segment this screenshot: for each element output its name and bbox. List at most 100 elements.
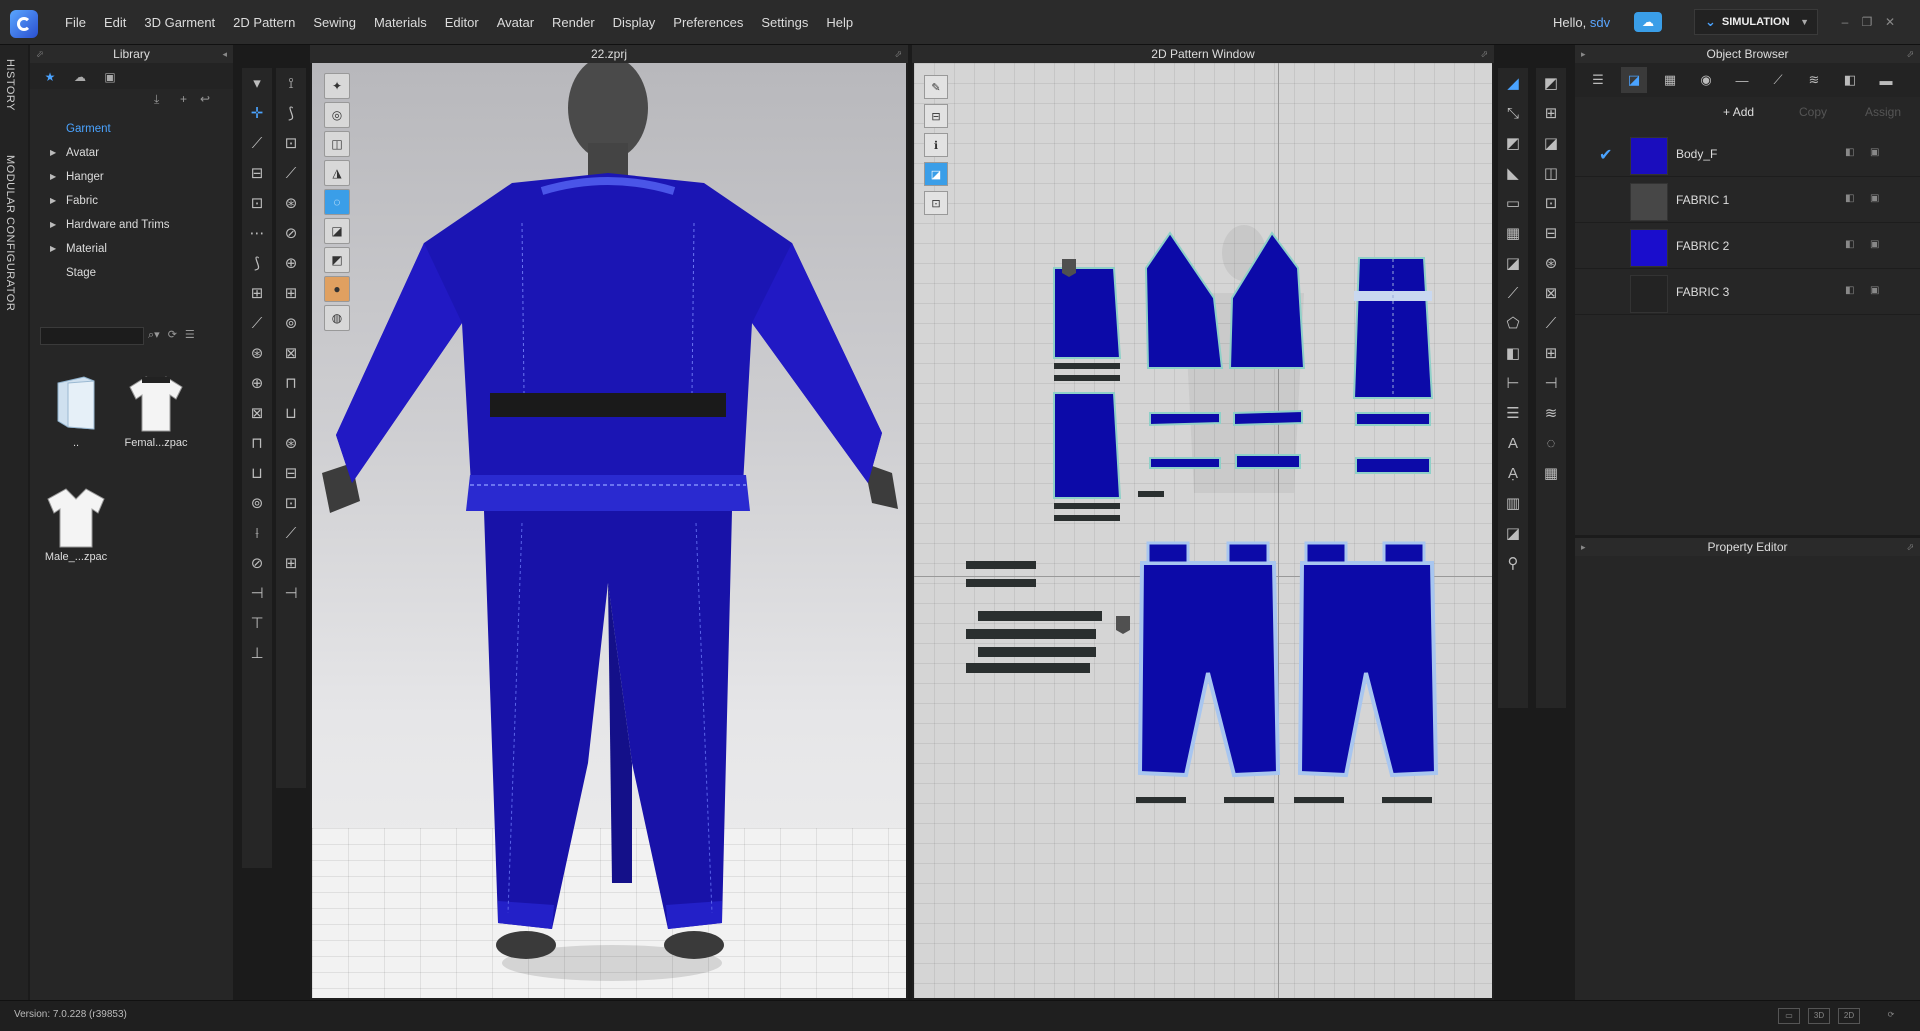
texture-view-icon[interactable]: ◮ (324, 160, 350, 186)
back-icon[interactable]: ↩ (200, 92, 210, 106)
steam-icon[interactable]: ⊤ (242, 608, 272, 638)
trim-icon[interactable]: ◧ (1837, 67, 1863, 93)
apply-fabric-icon[interactable]: ◧ (1845, 239, 1854, 250)
edit-pattern-icon[interactable]: ◢ (1498, 68, 1528, 98)
collapse-icon[interactable]: ▸ (1581, 45, 1586, 63)
collapse-icon[interactable]: ◂ (222, 45, 227, 63)
sewing-icon[interactable]: ⟆ (242, 248, 272, 278)
trim-icon[interactable]: ▦ (1536, 458, 1566, 488)
text-icon[interactable]: A (1498, 428, 1528, 458)
download-icon[interactable]: ⤓ (154, 92, 159, 107)
puckering-icon[interactable]: ≋ (1801, 67, 1827, 93)
favorites-star-icon[interactable]: ★ (38, 67, 62, 87)
bend-icon[interactable]: ⊔ (242, 458, 272, 488)
2d-view-icon[interactable]: 2D (1838, 1008, 1860, 1024)
arrange-point-icon[interactable]: ⊘ (276, 218, 306, 248)
button-icon[interactable]: ⊕ (242, 368, 272, 398)
library-item-parent[interactable]: .. (36, 373, 116, 449)
garment-view-icon[interactable]: ◫ (324, 131, 350, 157)
menu-sewing[interactable]: Sewing (304, 0, 365, 45)
topstitch-icon[interactable]: ⟋ (1765, 67, 1791, 93)
edit-pattern-icon[interactable]: ✎ (924, 75, 948, 99)
dart-icon[interactable]: ◪ (1498, 248, 1528, 278)
xray-icon[interactable]: ◌ (324, 189, 350, 215)
iron-icon[interactable]: ⊡ (276, 128, 306, 158)
delete-fabric-icon[interactable]: ▣ (1870, 147, 1879, 158)
refresh-icon[interactable]: ⟳ (1880, 1008, 1902, 1024)
cut-icon[interactable]: ◫ (1536, 158, 1566, 188)
button-icon[interactable]: ◉ (1693, 67, 1719, 93)
undock-icon[interactable]: ⬀ (1906, 538, 1914, 556)
puckering-icon[interactable]: ⊟ (276, 458, 306, 488)
library-item-female[interactable]: Femal...zpac (116, 373, 196, 449)
3d-view-icon[interactable]: 3D (1808, 1008, 1830, 1024)
elastic-icon[interactable]: ⊞ (276, 278, 306, 308)
refresh-icon[interactable]: ⟳ (168, 328, 177, 342)
annotation-icon[interactable]: Ạ (1498, 458, 1528, 488)
fabric-swatch[interactable] (1630, 183, 1668, 221)
list-icon[interactable]: ☰ (185, 328, 195, 342)
menu-render[interactable]: Render (543, 0, 604, 45)
apply-fabric-icon[interactable]: ◧ (1845, 193, 1854, 204)
show-hide-icon[interactable]: ⊟ (924, 104, 948, 128)
fabric-texture-icon[interactable]: ◪ (924, 162, 948, 186)
pin-icon[interactable]: ⊥ (242, 638, 272, 668)
fabric-row[interactable]: ✔ Body_F ◧ ▣ (1575, 131, 1920, 177)
select-mesh-icon[interactable]: ▾ (242, 68, 272, 98)
fabric-row[interactable]: FABRIC 1 ◧ ▣ (1575, 177, 1920, 223)
undock-icon[interactable]: ⬀ (1906, 45, 1914, 63)
offset-icon[interactable]: ⊟ (1536, 218, 1566, 248)
fold-icon[interactable]: ⊛ (276, 188, 306, 218)
arrange-icon[interactable]: ⊚ (242, 488, 272, 518)
tape-icon[interactable]: ☰ (1498, 398, 1528, 428)
copy-icon[interactable]: ⊡ (242, 188, 272, 218)
graphic-icon[interactable]: ⊞ (276, 548, 306, 578)
menu-2d-pattern[interactable]: 2D Pattern (224, 0, 304, 45)
line-icon[interactable]: ⟋ (242, 308, 272, 338)
notch-icon[interactable]: ◧ (1498, 338, 1528, 368)
measure-icon[interactable]: ⊣ (1536, 368, 1566, 398)
measure-icon[interactable]: ⊘ (242, 548, 272, 578)
library-item-male[interactable]: Male_...zpac (36, 487, 116, 563)
app-logo-icon[interactable] (10, 10, 38, 38)
graphic-icon[interactable]: ▬ (1873, 67, 1899, 93)
expand-arrow-icon[interactable]: ▶ (50, 189, 56, 213)
avatar-view-icon[interactable]: ✦ (324, 73, 350, 99)
trace-icon[interactable]: ⊡ (1536, 188, 1566, 218)
polygon-icon[interactable]: ◣ (1498, 158, 1528, 188)
texture-icon[interactable]: ▦ (1657, 67, 1683, 93)
layer-icon[interactable]: ⊠ (242, 398, 272, 428)
add-point-icon[interactable]: ◪ (1536, 128, 1566, 158)
buttonhole-icon[interactable]: ⊛ (276, 428, 306, 458)
list-icon[interactable]: ☰ (1585, 67, 1611, 93)
tree-item-garment[interactable]: Garment (30, 117, 233, 141)
plus-icon[interactable]: + (180, 92, 187, 106)
search-icon[interactable]: ⌕▾ (148, 328, 160, 342)
gather-icon[interactable]: ⟆ (276, 98, 306, 128)
menu-materials[interactable]: Materials (365, 0, 436, 45)
pin-icon[interactable]: ⚲ (1498, 548, 1528, 578)
fold-icon[interactable]: ◩ (1536, 68, 1566, 98)
mode-dropdown[interactable]: ⌄ SIMULATION ▼ (1694, 9, 1818, 35)
ruler-icon[interactable]: ⊢ (1498, 368, 1528, 398)
apply-fabric-icon[interactable]: ◧ (1845, 147, 1854, 158)
flatten-icon[interactable]: ⟊ (242, 518, 272, 548)
drape-icon[interactable]: ⊓ (242, 428, 272, 458)
simulate-icon[interactable]: ⟟ (276, 68, 306, 98)
restore-icon[interactable]: ❐ (1859, 14, 1875, 30)
stitch-icon[interactable]: ≋ (1536, 398, 1566, 428)
apply-fabric-icon[interactable]: ◧ (1845, 285, 1854, 296)
menu-settings[interactable]: Settings (752, 0, 817, 45)
tree-item-hardware-and-trims[interactable]: ▶ Hardware and Trims (30, 213, 233, 237)
puckering-icon[interactable]: ◪ (1498, 518, 1528, 548)
line-icon[interactable]: ⟋ (1536, 308, 1566, 338)
minimize-icon[interactable]: – (1837, 14, 1853, 30)
segment-sew-icon[interactable]: ⟋ (1498, 278, 1528, 308)
zipper-icon[interactable]: ◌ (1536, 428, 1566, 458)
expand-arrow-icon[interactable]: ▶ (50, 165, 56, 189)
menu-edit[interactable]: Edit (95, 0, 135, 45)
solidify-icon[interactable]: ⊓ (276, 368, 306, 398)
environment-icon[interactable]: ◍ (324, 305, 350, 331)
undock-icon[interactable]: ⬀ (36, 45, 44, 63)
maximize-icon[interactable]: ⬀ (1480, 45, 1488, 63)
